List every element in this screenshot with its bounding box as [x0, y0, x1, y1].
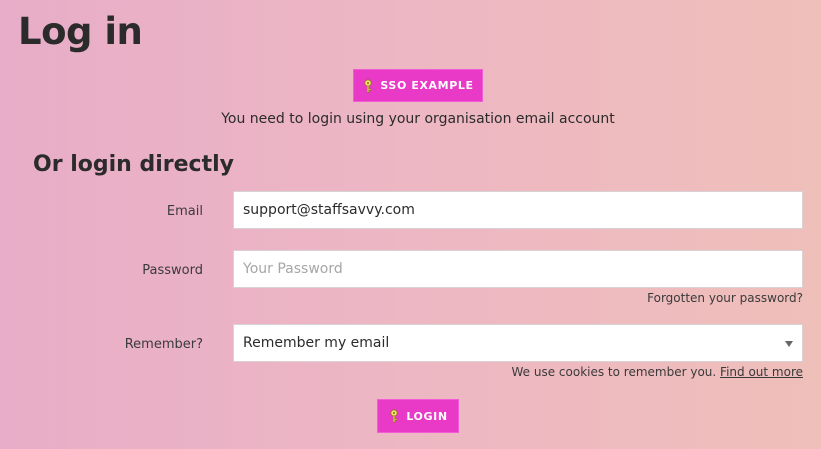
sso-example-button[interactable]: SSO EXAMPLE	[353, 69, 483, 102]
password-label: Password	[142, 263, 203, 278]
login-button[interactable]: LOGIN	[377, 399, 459, 433]
key-icon	[364, 78, 373, 93]
sso-example-label: SSO EXAMPLE	[380, 79, 474, 92]
forgot-password-link[interactable]: Forgotten your password?	[647, 291, 803, 305]
email-label: Email	[166, 204, 203, 219]
caret-down-icon	[785, 341, 793, 347]
remember-select[interactable]: Remember my email	[233, 324, 803, 362]
cookie-notice-text: We use cookies to remember you.	[511, 365, 717, 379]
remember-label: Remember?	[124, 337, 203, 352]
password-field[interactable]	[233, 250, 803, 288]
find-out-more-link[interactable]: Find out more	[720, 365, 803, 379]
key-icon	[390, 409, 398, 423]
remember-select-value: Remember my email	[243, 335, 390, 351]
login-button-label: LOGIN	[406, 409, 448, 423]
page-title: Log in	[18, 10, 143, 53]
direct-login-title: Or login directly	[33, 152, 234, 177]
sso-info-text: You need to login using your organisatio…	[221, 111, 615, 127]
email-field[interactable]	[233, 191, 803, 229]
cookie-notice: We use cookies to remember you. Find out…	[512, 365, 804, 379]
